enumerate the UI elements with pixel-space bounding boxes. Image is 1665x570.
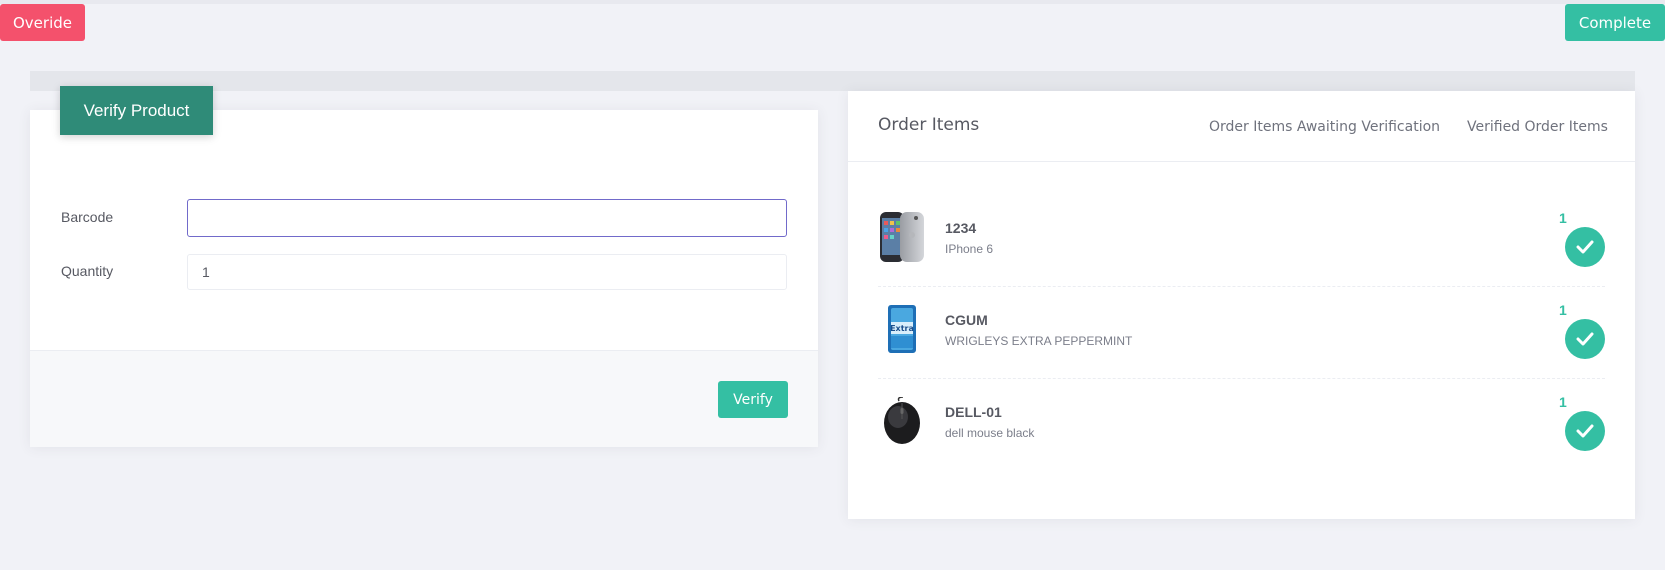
- verified-check-icon: [1565, 227, 1605, 267]
- item-name: dell mouse black: [945, 426, 1035, 440]
- override-button[interactable]: Overide: [0, 4, 85, 41]
- verified-check-icon: [1565, 411, 1605, 451]
- order-items-header: Order Items Order Items Awaiting Verific…: [848, 91, 1635, 162]
- quantity-input[interactable]: [187, 254, 787, 290]
- verified-check-icon: [1565, 319, 1605, 359]
- item-qty: 1: [1559, 394, 1567, 410]
- tab-verified-items[interactable]: Verified Order Items: [1467, 119, 1608, 135]
- list-item: Extra CGUM WRIGLEYS EXTRA PEPPERMINT 1: [878, 281, 1605, 379]
- verify-button[interactable]: Verify: [718, 381, 788, 418]
- verify-product-ribbon: Verify Product: [60, 86, 213, 135]
- item-sku: CGUM: [945, 312, 988, 328]
- item-sku: 1234: [945, 220, 977, 236]
- barcode-input[interactable]: [187, 199, 787, 237]
- mouse-image: [878, 396, 926, 446]
- order-items-card: Order Items Order Items Awaiting Verific…: [848, 91, 1635, 519]
- item-sku: DELL-01: [945, 404, 1002, 420]
- complete-button[interactable]: Complete: [1565, 4, 1665, 41]
- tab-awaiting-verification[interactable]: Order Items Awaiting Verification: [1209, 119, 1440, 135]
- top-border: [0, 0, 1665, 4]
- item-qty: 1: [1559, 210, 1567, 226]
- barcode-label: Barcode: [61, 209, 114, 225]
- svg-text:Extra: Extra: [890, 324, 914, 333]
- order-items-title: Order Items: [878, 115, 980, 135]
- item-name: WRIGLEYS EXTRA PEPPERMINT: [945, 334, 1133, 348]
- item-name: IPhone 6: [945, 242, 994, 256]
- card-footer: [30, 350, 818, 447]
- item-qty: 1: [1559, 302, 1567, 318]
- portlet-strip: [30, 71, 1635, 91]
- iphone-image: [878, 212, 926, 262]
- verify-product-card: Barcode Quantity Verify: [30, 110, 818, 447]
- list-item: DELL-01 dell mouse black 1: [878, 373, 1605, 471]
- quantity-label: Quantity: [61, 263, 114, 279]
- list-item: 1234 IPhone 6 1: [878, 189, 1605, 287]
- gum-pack-image: Extra: [878, 304, 926, 354]
